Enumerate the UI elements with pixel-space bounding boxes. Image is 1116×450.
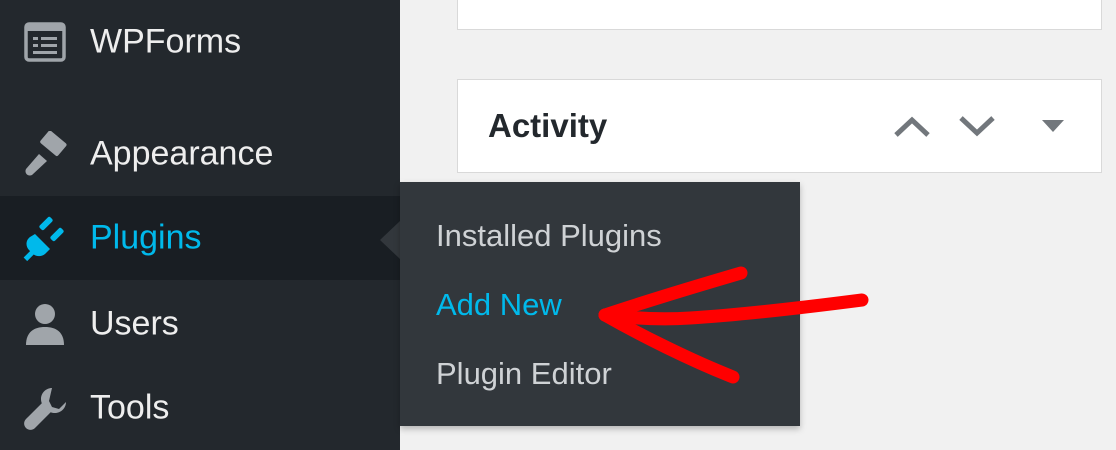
submenu-plugin-editor[interactable]: Plugin Editor — [436, 356, 612, 392]
submenu-installed-plugins[interactable]: Installed Plugins — [436, 218, 662, 254]
sidebar-item-label: Tools — [90, 388, 170, 427]
move-up-icon[interactable] — [890, 106, 934, 146]
plugins-submenu: Installed Plugins Add New Plugin Editor — [400, 182, 800, 426]
activity-title: Activity — [488, 107, 608, 144]
wrench-icon — [20, 383, 70, 433]
plug-icon — [20, 213, 70, 263]
activity-widget: Activity — [457, 79, 1102, 173]
sidebar-item-label: WPForms — [90, 22, 242, 61]
move-down-icon[interactable] — [955, 106, 999, 146]
sidebar-item-appearance[interactable]: Appearance — [0, 112, 400, 196]
paintbrush-icon — [20, 129, 70, 179]
dashboard-widget-top — [457, 0, 1102, 30]
sidebar-item-label: Users — [90, 304, 179, 343]
sidebar-item-tools[interactable]: Tools — [0, 366, 400, 450]
sidebar-item-label: Appearance — [90, 134, 274, 173]
flyout-pointer — [380, 221, 400, 259]
sidebar-item-label: Plugins — [90, 218, 202, 257]
sidebar-item-users[interactable]: Users — [0, 282, 400, 366]
toggle-panel-icon[interactable] — [1038, 111, 1068, 141]
wpforms-icon — [20, 17, 70, 67]
sidebar-item-wpforms[interactable]: WPForms — [0, 0, 400, 84]
user-icon — [20, 299, 70, 349]
sidebar-item-plugins[interactable]: Plugins — [0, 196, 400, 280]
submenu-add-new[interactable]: Add New — [436, 287, 562, 323]
admin-sidebar: WPForms Appearance Plugins Users Tools — [0, 0, 400, 450]
